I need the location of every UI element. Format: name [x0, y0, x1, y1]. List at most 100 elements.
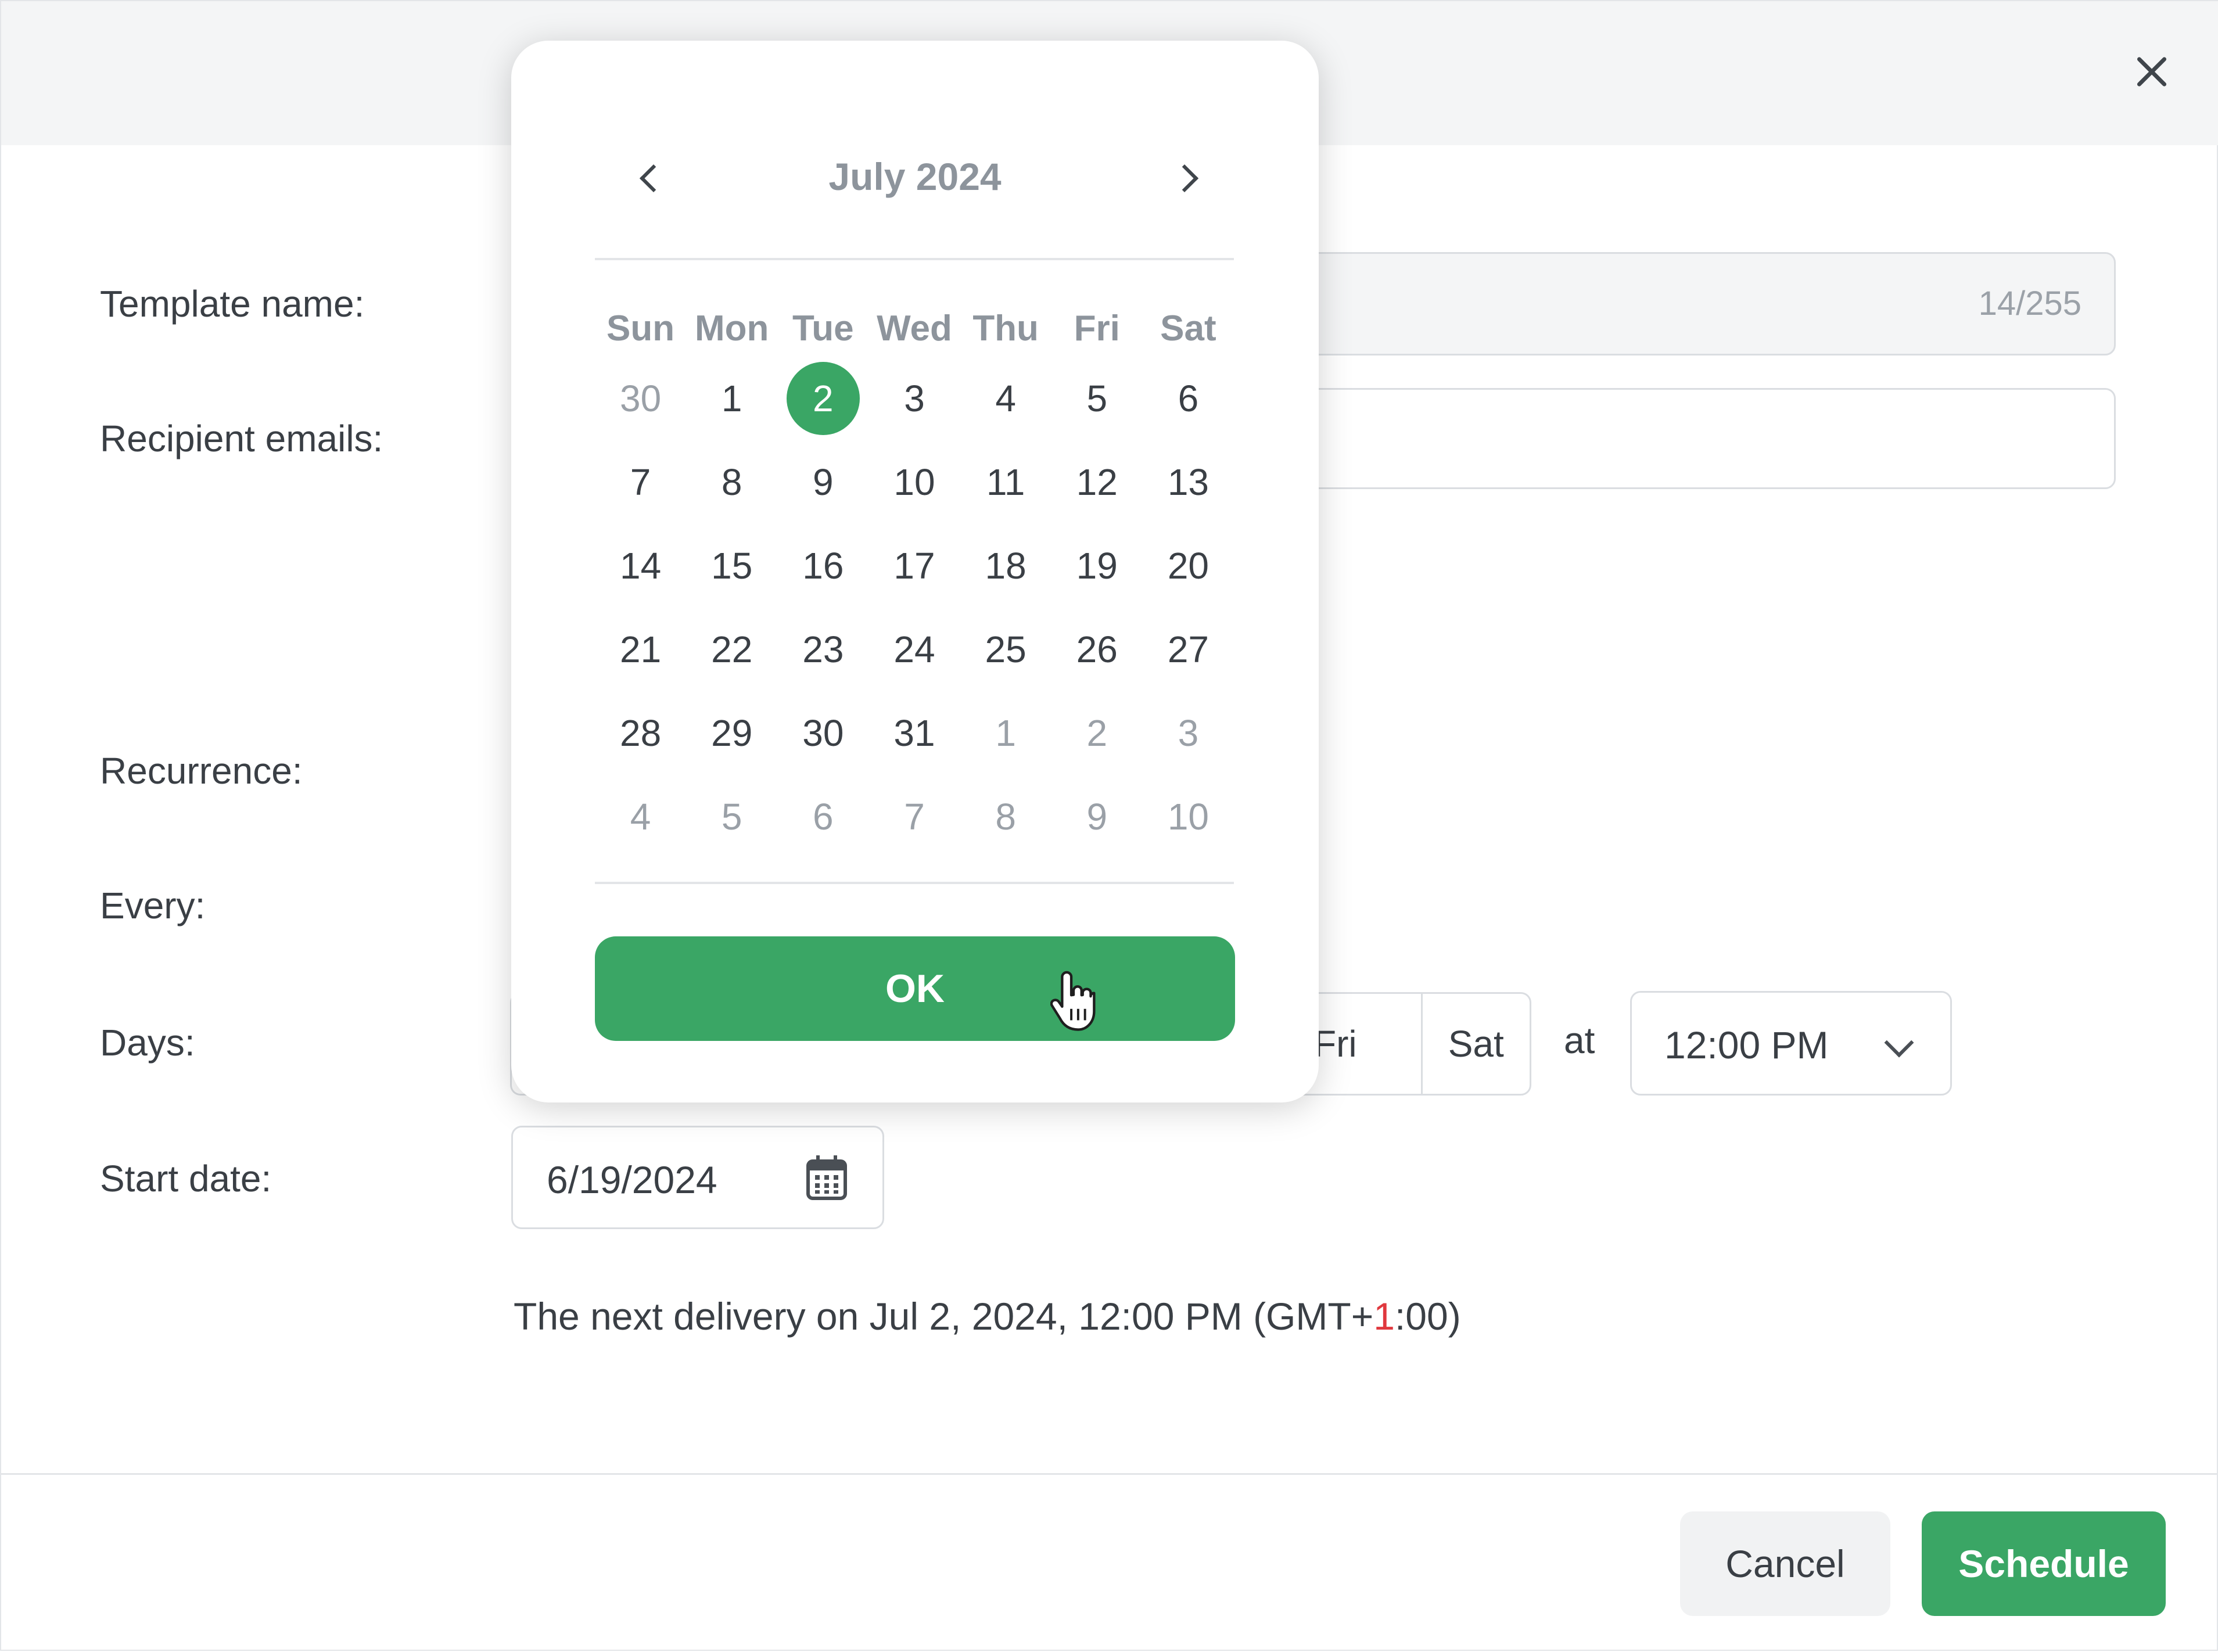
calendar-day[interactable]: 30	[595, 357, 686, 440]
calendar-day-number: 1	[995, 712, 1016, 754]
next-delivery-highlight: 1	[1373, 1295, 1395, 1338]
ok-button[interactable]: OK	[595, 936, 1235, 1041]
template-name-label: Template name:	[100, 283, 365, 325]
calendar-day[interactable]: 22	[686, 608, 777, 691]
cancel-button[interactable]: Cancel	[1680, 1511, 1890, 1616]
calendar-day-number: 1	[721, 378, 742, 419]
calendar-day[interactable]: 6	[777, 775, 868, 859]
calendar-day[interactable]: 2	[1051, 691, 1143, 775]
time-value: 12:00 PM	[1664, 1023, 1829, 1066]
date-picker-popup: July 2024 Sun Mon Tue Wed Thu Fri Sat 30 1 2 3 4 5 6…	[511, 41, 1319, 1102]
calendar-day-number: 24	[893, 629, 935, 670]
calendar-day-number: 20	[1167, 545, 1209, 587]
start-date-input[interactable]: 6/19/2024	[511, 1126, 884, 1229]
chevron-down-icon	[1884, 1028, 1914, 1058]
calendar-day[interactable]: 20	[1143, 524, 1234, 608]
calendar-day-number: 31	[893, 712, 935, 754]
start-date-label: Start date:	[100, 1158, 272, 1200]
calendar-day[interactable]: 15	[686, 524, 777, 608]
calendar-day[interactable]: 5	[686, 775, 777, 859]
calendar-day-number: 15	[711, 545, 753, 587]
calendar-day[interactable]: 5	[1051, 357, 1143, 440]
chevron-right-icon[interactable]	[1168, 157, 1208, 197]
every-label: Every:	[100, 885, 206, 926]
calendar-day-number: 7	[630, 461, 651, 503]
calendar-day[interactable]: 25	[960, 608, 1051, 691]
calendar-day[interactable]: 29	[686, 691, 777, 775]
calendar-day[interactable]: 7	[595, 440, 686, 524]
calendar-day-number: 6	[813, 796, 834, 838]
calendar-day-number: 9	[1086, 796, 1108, 838]
calendar-day[interactable]: 23	[777, 608, 868, 691]
calendar-day[interactable]: 26	[1051, 608, 1143, 691]
time-select[interactable]: 12:00 PM	[1630, 991, 1952, 1096]
weekday-label: Wed	[877, 308, 952, 349]
calendar-day[interactable]: 9	[777, 440, 868, 524]
calendar-day[interactable]: 28	[595, 691, 686, 775]
calendar-day-number: 16	[802, 545, 844, 587]
close-icon[interactable]	[2127, 48, 2176, 96]
next-delivery-text: The next delivery on Jul 2, 2024, 12:00 …	[514, 1294, 1461, 1338]
calendar-day-number: 19	[1076, 545, 1118, 587]
day-toggle-sat[interactable]: Sat	[1423, 994, 1530, 1094]
calendar-day[interactable]: 19	[1051, 524, 1143, 608]
at-label: at	[1564, 1019, 1595, 1061]
calendar-day-number: 2	[1086, 712, 1108, 754]
calendar-day[interactable]: 8	[686, 440, 777, 524]
calendar-day[interactable]: 21	[595, 608, 686, 691]
calendar-day-number: 12	[1076, 461, 1118, 503]
calendar-day[interactable]: 12	[1051, 440, 1143, 524]
calendar-day[interactable]: 17	[868, 524, 960, 608]
calendar-day-number: 4	[630, 796, 651, 838]
calendar-day-number: 18	[985, 545, 1027, 587]
calendar-day-number: 29	[711, 712, 753, 754]
weekday-header: Sun Mon Tue Wed Thu Fri Sat	[595, 308, 1234, 349]
calendar-day-number: 27	[1167, 629, 1209, 670]
next-delivery-suffix: :00)	[1394, 1295, 1461, 1338]
calendar-day[interactable]: 11	[960, 440, 1051, 524]
calendar-day[interactable]: 3	[868, 357, 960, 440]
calendar-day[interactable]: 27	[1143, 608, 1234, 691]
calendar-day[interactable]: 9	[1051, 775, 1143, 859]
calendar-day[interactable]: 1	[960, 691, 1051, 775]
weekday-label: Tue	[792, 308, 854, 349]
calendar-day[interactable]: 1	[686, 357, 777, 440]
calendar-day-number: 17	[893, 545, 935, 587]
weekday-label: Sat	[1160, 308, 1216, 349]
calendar-day-number: 6	[1178, 378, 1199, 419]
weekday-label: Mon	[695, 308, 769, 349]
calendar-day-number: 7	[904, 796, 925, 838]
calendar-day[interactable]: 13	[1143, 440, 1234, 524]
template-name-input[interactable]: 14/255	[1291, 252, 2116, 355]
calendar-day-number: 11	[986, 461, 1025, 503]
calendar-day[interactable]: 14	[595, 524, 686, 608]
calendar-day-number: 2	[786, 362, 860, 435]
calendar-day[interactable]: 6	[1143, 357, 1234, 440]
calendar-day-selected[interactable]: 2	[777, 357, 868, 440]
calendar-day-number: 21	[619, 629, 662, 670]
schedule-button[interactable]: Schedule	[1922, 1511, 2166, 1616]
calendar-day[interactable]: 18	[960, 524, 1051, 608]
calendar-day[interactable]: 24	[868, 608, 960, 691]
weekday-label: Sun	[606, 308, 675, 349]
calendar-day[interactable]: 10	[1143, 775, 1234, 859]
calendar-day[interactable]: 8	[960, 775, 1051, 859]
recipient-emails-input[interactable]	[1291, 388, 2116, 489]
calendar-day[interactable]: 16	[777, 524, 868, 608]
calendar-day-number: 8	[721, 461, 742, 503]
calendar-day-number: 5	[721, 796, 742, 838]
days-label: Days:	[100, 1022, 195, 1064]
calendar-day[interactable]: 30	[777, 691, 868, 775]
calendar-day-number: 8	[995, 796, 1016, 838]
char-counter: 14/255	[1978, 285, 2081, 322]
calendar-day[interactable]: 10	[868, 440, 960, 524]
calendar-icon[interactable]	[806, 1154, 848, 1201]
calendar-day-number: 25	[985, 629, 1027, 670]
calendar-day[interactable]: 31	[868, 691, 960, 775]
calendar-day[interactable]: 4	[595, 775, 686, 859]
calendar-day[interactable]: 4	[960, 357, 1051, 440]
calendar-day-number: 4	[995, 378, 1016, 419]
calendar-day[interactable]: 7	[868, 775, 960, 859]
recipient-emails-label: Recipient emails:	[100, 418, 383, 459]
calendar-day[interactable]: 3	[1143, 691, 1234, 775]
